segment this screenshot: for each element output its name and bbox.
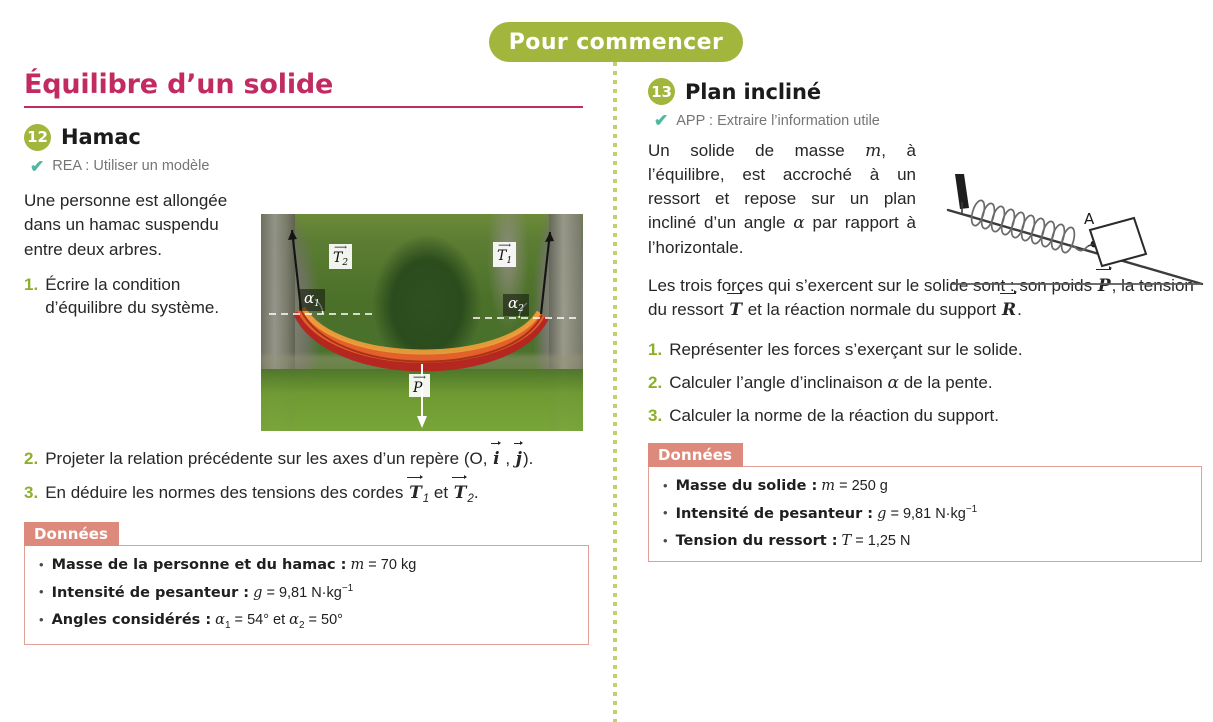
question-number: 3. bbox=[24, 483, 39, 502]
donnees-item: • Angles considérés : α1 = 54° et α2 = 5… bbox=[39, 612, 343, 632]
question-number: 3. bbox=[648, 406, 663, 426]
competence-label: APP : Extraire l’information utile bbox=[676, 112, 880, 129]
vector-label-T2: ⟶ T2 bbox=[329, 244, 353, 270]
exercise-13-questions: 1. Représenter les forces s’exerçant sur… bbox=[648, 338, 1206, 428]
question-item: 3. Calculer la norme de la réaction du s… bbox=[648, 404, 1206, 428]
donnees-item: • Intensité de pesanteur : g = 9,81 N·kg… bbox=[663, 504, 978, 523]
bullet-icon: • bbox=[663, 478, 668, 494]
donnees-label: Tension du ressort : bbox=[675, 533, 838, 550]
point-label-A: A bbox=[1084, 210, 1095, 228]
right-column: 13 Plan incliné ✔ APP : Extraire l’infor… bbox=[648, 78, 1206, 563]
donnees-title: Données bbox=[648, 443, 744, 468]
question-text: Calculer l’angle d’inclinaison α de la p… bbox=[669, 372, 993, 393]
question-number: 1. bbox=[24, 274, 39, 294]
donnees-label: Masse du solide : bbox=[675, 478, 818, 495]
question-item: 2. Calculer l’angle d’inclinaison α de l… bbox=[648, 371, 1206, 396]
donnees-item: • Intensité de pesanteur : g = 9,81 N·kg… bbox=[39, 583, 354, 602]
hammock-photo: ⟶ T2 ⟶ T1 α1 α2 ⟶ P bbox=[261, 214, 583, 431]
exercise-12-questions-wide: 2. Projeter la relation précédente sur l… bbox=[24, 440, 589, 507]
competence-label: REA : Utiliser un modèle bbox=[52, 158, 210, 175]
exercise-number-badge: 13 bbox=[648, 78, 675, 105]
donnees-box-right: Données • Masse du solide : m = 250 g • … bbox=[648, 443, 1202, 563]
bullet-icon: • bbox=[663, 505, 668, 521]
section-banner-label: Pour commencer bbox=[508, 29, 724, 55]
question-text: Écrire la condition d’équilibre du systè… bbox=[45, 274, 220, 318]
question-item: 1. Écrire la condition d’équilibre du sy… bbox=[24, 273, 256, 321]
donnees-label: Angles considérés : bbox=[51, 612, 212, 629]
vector-T1: T bbox=[407, 474, 423, 506]
spring-icon bbox=[970, 199, 1076, 254]
bullet-icon: • bbox=[39, 557, 44, 573]
question-item: 2. Projeter la relation précédente sur l… bbox=[24, 440, 589, 472]
exercise-13-paragraph-1: Un solide de masse m, à l’équilibre, est… bbox=[648, 141, 916, 257]
section-banner: Pour commencer bbox=[489, 22, 743, 62]
exercise-title: Plan incliné bbox=[685, 79, 822, 104]
question-number: 2. bbox=[648, 372, 663, 392]
question-item: 3. En déduire les normes des tensions de… bbox=[24, 474, 589, 507]
vector-T2: T bbox=[451, 474, 468, 506]
donnees-item: • Masse du solide : m = 250 g bbox=[663, 478, 888, 495]
column-divider bbox=[613, 62, 617, 722]
competence-row: ✔ APP : Extraire l’information utile bbox=[654, 112, 1206, 129]
bullet-icon: • bbox=[39, 612, 44, 628]
exercise-12-header: 12 Hamac bbox=[24, 123, 589, 151]
solid-block bbox=[1088, 216, 1148, 268]
question-text: Projeter la relation précédente sur les … bbox=[45, 440, 533, 472]
inclined-plane-figure: A bbox=[938, 162, 1208, 292]
question-item: 1. Représenter les forces s’exerçant sur… bbox=[648, 338, 1206, 362]
donnees-item: • Masse de la personne et du hamac : m =… bbox=[39, 557, 417, 574]
exercise-13-header: 13 Plan incliné bbox=[648, 78, 1206, 105]
donnees-label: Intensité de pesanteur : bbox=[51, 585, 250, 602]
exercise-number-badge: 12 bbox=[24, 123, 51, 151]
bullet-icon: • bbox=[663, 533, 668, 549]
check-icon: ✔ bbox=[30, 156, 45, 176]
vector-R: R bbox=[999, 290, 1018, 322]
question-number: 1. bbox=[648, 339, 663, 359]
vector-label-P: ⟶ P bbox=[409, 374, 430, 397]
donnees-item: • Tension du ressort : T = 1,25 N bbox=[663, 533, 911, 550]
page-title: Équilibre d’un solide bbox=[24, 69, 334, 100]
question-text: En déduire les normes des tensions des c… bbox=[45, 474, 479, 506]
exercise-title: Hamac bbox=[61, 125, 141, 150]
competence-row: ✔ REA : Utiliser un modèle bbox=[30, 158, 589, 175]
check-icon: ✔ bbox=[654, 111, 669, 130]
question-text: Représenter les forces s’exerçant sur le… bbox=[669, 339, 1023, 359]
inclined-plane-svg: A bbox=[946, 174, 1204, 286]
textbook-page: Pour commencer Équilibre d’un solide 12 … bbox=[0, 0, 1213, 722]
photo-annotations bbox=[269, 229, 577, 428]
vector-label-T1: ⟶ T1 bbox=[493, 242, 517, 268]
question-number: 2. bbox=[24, 449, 39, 469]
vector-T: T bbox=[727, 290, 743, 322]
donnees-box-left: Données • Masse de la personne et du ham… bbox=[24, 522, 589, 645]
angle-label-alpha1: α1 bbox=[299, 289, 325, 312]
bullet-icon: • bbox=[39, 584, 44, 600]
vector-j: j bbox=[513, 440, 524, 472]
vector-i: i bbox=[491, 440, 502, 472]
donnees-title: Données bbox=[24, 522, 120, 547]
donnees-label: Intensité de pesanteur : bbox=[675, 506, 874, 523]
exercise-12-intro: Une personne est allongée dans un hamac … bbox=[24, 190, 228, 259]
angle-label-alpha2: α2 bbox=[503, 294, 529, 317]
donnees-label: Masse de la personne et du hamac : bbox=[51, 557, 347, 574]
question-text: Calculer la norme de la réaction du supp… bbox=[669, 406, 999, 426]
